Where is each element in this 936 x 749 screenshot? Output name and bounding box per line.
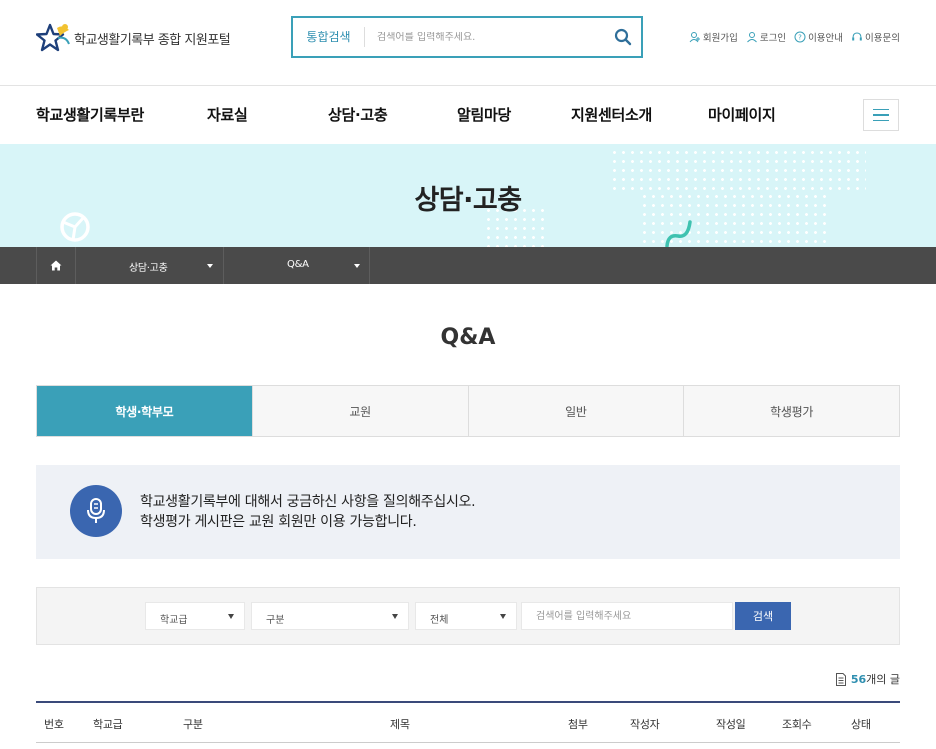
keyword-input[interactable] xyxy=(521,602,733,630)
search-scope-label[interactable]: 통합검색 xyxy=(293,27,365,47)
board-tabs: 학생·학부모 교원 일반 학생평가 xyxy=(36,385,900,437)
category-select[interactable]: 구분 xyxy=(251,602,409,630)
col-status: 상태 xyxy=(851,718,871,731)
board-search-button[interactable]: 검색 xyxy=(735,602,791,630)
col-title: 제목 xyxy=(390,718,410,731)
school-level-select[interactable]: 학교급 xyxy=(145,602,245,630)
nav-center-intro[interactable]: 지원센터소개 xyxy=(571,104,652,125)
caret-down-icon xyxy=(228,614,234,619)
hamburger-line xyxy=(873,119,889,122)
col-author: 작성자 xyxy=(630,718,660,731)
post-count-suffix: 개의 글 xyxy=(866,673,900,686)
user-icon xyxy=(746,32,757,43)
logo-text: 학교생활기록부 종합 지원포털 xyxy=(74,32,231,48)
tab-general[interactable]: 일반 xyxy=(467,386,684,436)
svg-text:?: ? xyxy=(798,34,802,42)
microphone-icon xyxy=(70,485,122,537)
post-count-number: 56 xyxy=(850,672,867,686)
main-navigation: 학교생활기록부란 자료실 상담·고충 알림마당 지원센터소개 마이페이지 xyxy=(0,86,936,144)
tab-teacher[interactable]: 교원 xyxy=(251,386,468,436)
global-search: 통합검색 xyxy=(291,16,643,58)
nav-notice[interactable]: 알림마당 xyxy=(457,104,511,125)
search-icon xyxy=(614,28,632,46)
board-table-header: 번호 학교급 구분 제목 첨부 작성자 작성일 조회수 상태 xyxy=(36,701,900,743)
tab-student-evaluation[interactable]: 학생평가 xyxy=(683,386,899,436)
home-button[interactable] xyxy=(36,247,76,284)
chevron-down-icon xyxy=(207,264,213,268)
signup-label: 회원가입 xyxy=(702,33,738,44)
breadcrumb-level2-label: Q&A xyxy=(287,259,309,270)
caret-down-icon xyxy=(500,614,506,619)
help-icon: ? xyxy=(794,31,806,43)
login-label: 로그인 xyxy=(759,33,787,44)
nav-counseling[interactable]: 상담·고충 xyxy=(328,104,388,125)
user-add-icon xyxy=(689,32,700,43)
breadcrumb-level1[interactable]: 상담·고충 xyxy=(76,247,224,284)
utility-links: 회원가입 로그인 ? 이용안내 이용문의 xyxy=(689,30,900,44)
hamburger-line xyxy=(873,114,889,116)
info-line-1: 학교생활기록부에 대해서 궁금하신 사항을 질의해주십시오. xyxy=(140,494,476,510)
nav-mypage[interactable]: 마이페이지 xyxy=(708,104,776,125)
scope-value: 전체 xyxy=(430,615,449,626)
caret-down-icon xyxy=(392,614,398,619)
contact-label: 이용문의 xyxy=(865,33,900,44)
global-search-input[interactable] xyxy=(365,31,605,43)
search-button[interactable] xyxy=(605,18,641,56)
site-header: 학교생활기록부 종합 지원포털 통합검색 회원가입 로그인 ? 이용안내 이용문… xyxy=(0,0,936,86)
col-attachment: 첨부 xyxy=(568,718,588,731)
site-logo[interactable]: 학교생활기록부 종합 지원포털 xyxy=(36,22,231,54)
document-icon xyxy=(835,672,846,686)
banner-title: 상담·고충 xyxy=(414,185,522,216)
nav-resources[interactable]: 자료실 xyxy=(207,104,248,125)
signup-link[interactable]: 회원가입 xyxy=(689,30,738,44)
breadcrumb: 상담·고충 Q&A xyxy=(0,247,936,284)
contact-link[interactable]: 이용문의 xyxy=(851,30,900,44)
login-link[interactable]: 로그인 xyxy=(746,30,786,44)
board-search-filter: 학교급 구분 전체 검색 xyxy=(36,587,900,645)
star-logo-icon xyxy=(36,23,70,52)
guide-link[interactable]: ? 이용안내 xyxy=(794,30,843,44)
board-info-text: 학교생활기록부에 대해서 궁금하신 사항을 질의해주십시오. 학생평가 게시판은… xyxy=(140,492,476,532)
headset-icon xyxy=(852,32,862,41)
scope-select[interactable]: 전체 xyxy=(415,602,517,630)
info-line-2: 학생평가 게시판은 교원 회원만 이용 가능합니다. xyxy=(140,514,417,530)
post-count: 56 개의 글 xyxy=(835,671,900,687)
tab-student-parent[interactable]: 학생·학부모 xyxy=(37,386,252,436)
col-number: 번호 xyxy=(44,718,64,731)
hamburger-menu-button[interactable] xyxy=(863,99,899,131)
guide-label: 이용안내 xyxy=(808,33,844,44)
breadcrumb-level1-label: 상담·고충 xyxy=(129,263,168,274)
nav-school-record[interactable]: 학교생활기록부란 xyxy=(36,104,144,125)
col-school-level: 학교급 xyxy=(93,718,123,731)
sub-visual-banner: 상담·고충 xyxy=(0,144,936,248)
board-info-box: 학교생활기록부에 대해서 궁금하신 사항을 질의해주십시오. 학생평가 게시판은… xyxy=(36,465,900,559)
decor-wave-icon xyxy=(665,220,692,248)
hamburger-line xyxy=(873,108,889,111)
school-level-value: 학교급 xyxy=(160,615,188,626)
page-title: Q&A xyxy=(440,325,496,350)
category-value: 구분 xyxy=(266,615,285,626)
col-date: 작성일 xyxy=(716,718,746,731)
col-category: 구분 xyxy=(183,718,203,731)
home-icon xyxy=(50,260,62,271)
chevron-down-icon xyxy=(354,264,360,268)
breadcrumb-level2[interactable]: Q&A xyxy=(224,247,370,284)
col-views: 조회수 xyxy=(782,718,812,731)
